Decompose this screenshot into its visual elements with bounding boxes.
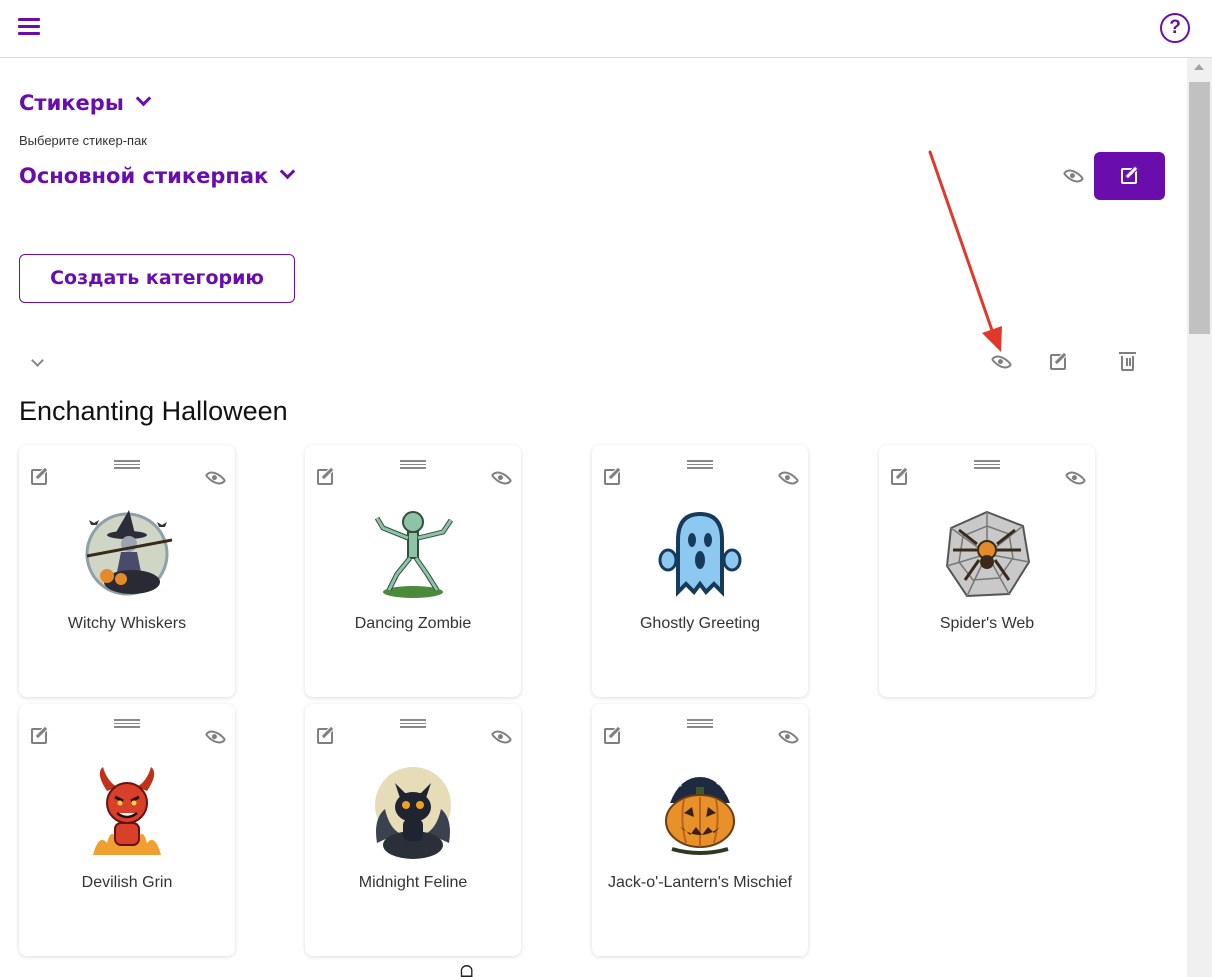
- pack-preview-eye-icon[interactable]: [1062, 165, 1085, 187]
- zombie-skeleton-image: [374, 511, 454, 598]
- sticker-card[interactable]: Dancing Zombie: [305, 445, 521, 697]
- stickers-section-toggle[interactable]: Стикеры: [19, 90, 152, 115]
- drag-handle-icon[interactable]: [114, 460, 140, 469]
- drag-handle-icon[interactable]: [400, 460, 426, 469]
- sticker-edit-icon[interactable]: [31, 728, 47, 744]
- selected-pack-name: Основной стикерпак: [19, 164, 269, 188]
- drag-handle-icon[interactable]: [687, 460, 713, 469]
- drag-handle-icon[interactable]: [400, 719, 426, 728]
- sticker-edit-icon[interactable]: [891, 469, 907, 485]
- sticker-preview-eye-icon[interactable]: [777, 726, 800, 748]
- edit-pack-button[interactable]: [1094, 152, 1165, 200]
- hamburger-menu-icon[interactable]: [17, 15, 41, 39]
- partial-cat-glyph: ᗝ: [460, 962, 474, 977]
- category-edit-icon[interactable]: [1050, 354, 1066, 370]
- sticker-edit-icon[interactable]: [317, 469, 333, 485]
- sticker-label: Jack-o'-Lantern's Mischief: [608, 874, 792, 891]
- section-title: Стикеры: [19, 91, 124, 115]
- sticker-edit-icon[interactable]: [604, 728, 620, 744]
- sticker-card[interactable]: Midnight Feline: [305, 704, 521, 956]
- sticker-preview-eye-icon[interactable]: [490, 726, 513, 748]
- edit-icon: [1121, 168, 1137, 184]
- devil-image: [93, 767, 161, 855]
- category-preview-eye-icon[interactable]: [990, 351, 1013, 373]
- sticker-label: Spider's Web: [939, 615, 1035, 632]
- spider-web-image: [945, 510, 1031, 598]
- sticker-label: Dancing Zombie: [354, 615, 472, 632]
- sticker-label: Witchy Whiskers: [67, 615, 187, 632]
- sticker-edit-icon[interactable]: [604, 469, 620, 485]
- sticker-preview-eye-icon[interactable]: [490, 467, 513, 489]
- create-category-button[interactable]: Создать категорию: [19, 254, 295, 303]
- sticker-preview-eye-icon[interactable]: [1064, 467, 1087, 489]
- pack-select-hint: Выберите стикер-пак: [19, 133, 147, 148]
- drag-handle-icon[interactable]: [974, 460, 1000, 469]
- drag-handle-icon[interactable]: [687, 719, 713, 728]
- sticker-preview-eye-icon[interactable]: [777, 467, 800, 489]
- sticker-edit-icon[interactable]: [31, 469, 47, 485]
- sticker-preview-eye-icon[interactable]: [204, 726, 227, 748]
- witch-on-cat-image: [85, 510, 173, 596]
- black-cat-image: [375, 767, 451, 859]
- sticker-card[interactable]: Witchy Whiskers: [19, 445, 235, 697]
- sticker-card[interactable]: Ghostly Greeting: [592, 445, 808, 697]
- pumpkin-image: [665, 777, 735, 855]
- sticker-edit-icon[interactable]: [317, 728, 333, 744]
- scroll-thumb[interactable]: [1189, 82, 1210, 334]
- sticker-label: Ghostly Greeting: [639, 615, 761, 632]
- sticker-label: Devilish Grin: [81, 874, 173, 891]
- sticker-label: Midnight Feline: [358, 874, 468, 891]
- sticker-pack-dropdown[interactable]: Основной стикерпак: [19, 163, 296, 188]
- chevron-down-icon: [135, 90, 152, 107]
- vertical-scrollbar[interactable]: [1187, 58, 1212, 977]
- category-title: Enchanting Halloween: [19, 396, 288, 426]
- ghost-image: [658, 511, 742, 597]
- sticker-card[interactable]: Jack-o'-Lantern's Mischief: [592, 704, 808, 956]
- help-icon[interactable]: ?: [1160, 13, 1190, 43]
- top-bar: ?: [0, 0, 1212, 58]
- sticker-preview-eye-icon[interactable]: [204, 467, 227, 489]
- category-collapse-chevron-icon[interactable]: [31, 354, 44, 367]
- scroll-up-arrow-icon[interactable]: [1194, 64, 1204, 70]
- sticker-card[interactable]: Spider's Web: [879, 445, 1095, 697]
- category-delete-trash-icon[interactable]: [1119, 352, 1136, 371]
- drag-handle-icon[interactable]: [114, 719, 140, 728]
- chevron-down-icon: [280, 163, 296, 180]
- sticker-card[interactable]: Devilish Grin: [19, 704, 235, 956]
